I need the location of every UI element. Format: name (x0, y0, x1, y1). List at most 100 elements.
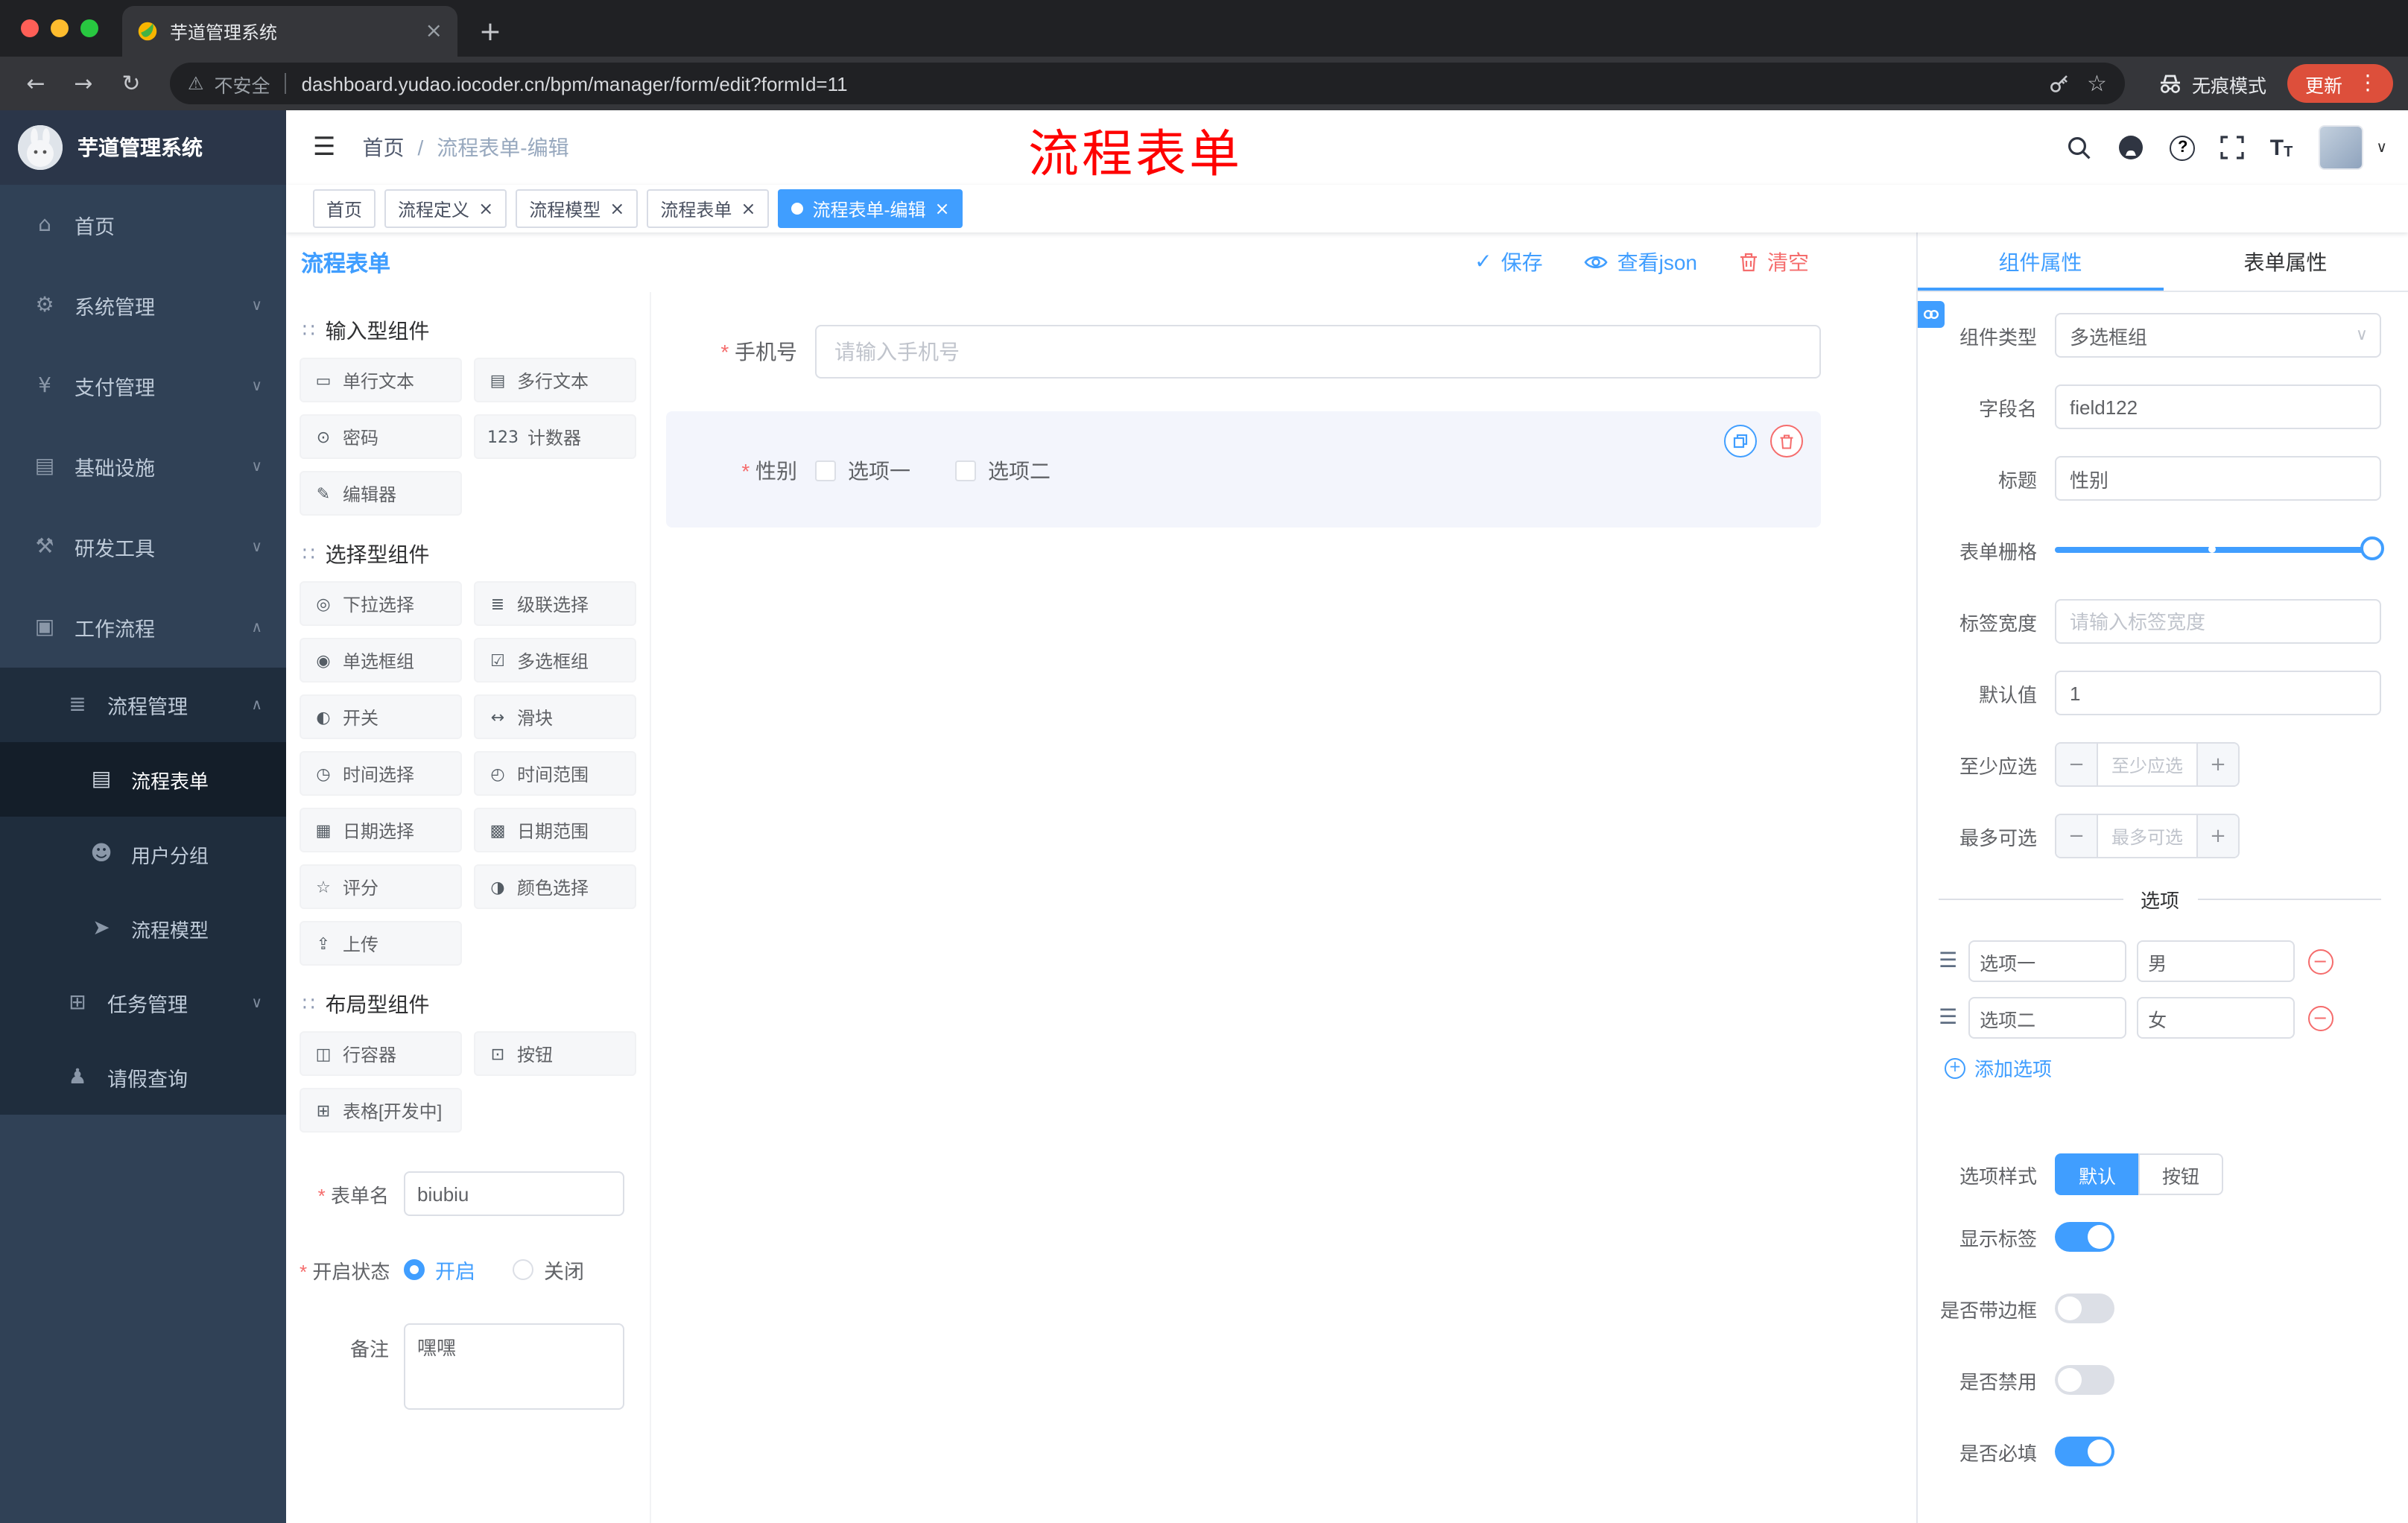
palette-item[interactable]: 123 计数器 (474, 414, 636, 459)
palette-item[interactable]: ◐ 开关 (300, 694, 462, 739)
user-avatar[interactable] (2318, 125, 2363, 170)
tag-process-definition[interactable]: 流程定义 × (384, 189, 507, 228)
slider-track[interactable] (2055, 547, 2381, 553)
option-style-button-button[interactable]: 按钮 (2138, 1153, 2224, 1195)
tag-process-model[interactable]: 流程模型 × (516, 189, 639, 228)
phone-field-input[interactable] (815, 325, 1821, 379)
fullscreen-icon[interactable] (2221, 136, 2245, 159)
font-size-icon[interactable]: TT (2270, 135, 2293, 160)
sidebar-item-payment[interactable]: ¥ 支付管理 ∨ (0, 346, 286, 426)
remove-option-icon[interactable]: − (2307, 949, 2333, 974)
sidebar-item-process-form[interactable]: ▤ 流程表单 (0, 742, 286, 817)
canvas-field-phone[interactable]: 手机号 (666, 325, 1821, 379)
palette-item[interactable]: ◎ 下拉选择 (300, 581, 462, 626)
drag-handle-icon[interactable]: ☰ (1939, 1006, 1957, 1030)
tag-home[interactable]: 首页 (313, 189, 376, 228)
default-value-input[interactable] (2055, 671, 2381, 715)
add-option-button[interactable]: + 添加选项 (1945, 1054, 2381, 1082)
palette-item[interactable]: ◴ 时间范围 (474, 751, 636, 796)
drag-handle-icon[interactable]: ☰ (1939, 949, 1957, 973)
canvas-field-gender-selected[interactable]: 性别 选项一 选项二 (666, 411, 1821, 528)
stepper-minus-button[interactable]: − (2056, 744, 2098, 785)
tag-close-icon[interactable]: × (609, 200, 624, 218)
browser-tab[interactable]: 芋道管理系统 × (122, 6, 457, 57)
palette-item[interactable]: ⇪ 上传 (300, 921, 462, 966)
palette-item[interactable]: ⊡ 按钮 (474, 1031, 636, 1076)
title-input[interactable] (2055, 456, 2381, 501)
checkbox-icon[interactable] (955, 460, 976, 481)
label-width-input[interactable] (2055, 599, 2381, 644)
sidebar-item-devtools[interactable]: ⚒ 研发工具 ∨ (0, 507, 286, 587)
bookmark-star-icon[interactable]: ☆ (2087, 70, 2107, 97)
required-toggle[interactable] (2055, 1437, 2114, 1466)
tab-close-icon[interactable]: × (425, 21, 443, 42)
browser-update-button[interactable]: 更新 ⋮ (2287, 64, 2393, 103)
delete-widget-button[interactable] (1770, 425, 1803, 457)
new-tab-button[interactable]: + (469, 10, 511, 52)
option-1-name-input[interactable] (1968, 940, 2126, 982)
sidebar-item-task-management[interactable]: ⊞ 任务管理 ∨ (0, 966, 286, 1040)
window-minimize-button[interactable] (51, 19, 69, 37)
gender-option-2[interactable]: 选项二 (955, 456, 1051, 486)
stepper-plus-button[interactable]: + (2196, 815, 2238, 857)
sidebar-item-infrastructure[interactable]: ▤ 基础设施 ∨ (0, 426, 286, 507)
form-grid-slider[interactable] (2055, 528, 2384, 572)
breadcrumb-home-link[interactable]: 首页 (363, 133, 405, 162)
remove-option-icon[interactable]: − (2307, 1005, 2333, 1030)
github-icon[interactable] (2118, 134, 2145, 161)
sidebar-item-leave-query[interactable]: ♟ 请假查询 (0, 1040, 286, 1115)
view-json-button[interactable]: 查看json (1585, 247, 1697, 277)
copy-widget-button[interactable] (1724, 425, 1757, 457)
palette-item[interactable]: ▤ 多行文本 (474, 358, 636, 402)
form-name-input[interactable] (404, 1171, 624, 1216)
component-type-select[interactable] (2055, 313, 2381, 358)
tab-form-properties[interactable]: 表单属性 (2163, 232, 2408, 291)
window-zoom-button[interactable] (80, 19, 98, 37)
palette-item[interactable]: ▭ 单行文本 (300, 358, 462, 402)
disabled-toggle[interactable] (2055, 1365, 2114, 1395)
sidebar-item-home[interactable]: ⌂ 首页 (0, 185, 286, 265)
reload-icon[interactable]: ↻ (110, 63, 152, 104)
sidebar-item-workflow[interactable]: ▣ 工作流程 ∧ (0, 587, 286, 668)
palette-item[interactable]: ⊞ 表格[开发中] (300, 1088, 462, 1133)
palette-item[interactable]: ▦ 日期选择 (300, 808, 462, 852)
stepper-plus-button[interactable]: + (2196, 744, 2238, 785)
field-name-input[interactable] (2055, 384, 2381, 429)
max-select-value[interactable]: 最多可选 (2098, 815, 2196, 857)
window-close-button[interactable] (21, 19, 39, 37)
palette-item[interactable]: ▩ 日期范围 (474, 808, 636, 852)
search-icon[interactable] (2068, 135, 2093, 160)
option-2-value-input[interactable] (2136, 997, 2295, 1039)
palette-item[interactable]: ☆ 评分 (300, 864, 462, 909)
option-style-default-button[interactable]: 默认 (2055, 1153, 2139, 1195)
show-label-toggle[interactable] (2055, 1222, 2114, 1252)
radio-on[interactable] (404, 1259, 425, 1280)
palette-item[interactable]: ✎ 编辑器 (300, 471, 462, 516)
bordered-toggle[interactable] (2055, 1294, 2114, 1323)
palette-item[interactable]: ↔ 滑块 (474, 694, 636, 739)
back-icon[interactable]: ← (15, 63, 57, 104)
tab-component-properties[interactable]: 组件属性 (1918, 232, 2163, 291)
tag-close-icon[interactable]: × (741, 200, 755, 218)
stepper-minus-button[interactable]: − (2056, 815, 2098, 857)
option-1-value-input[interactable] (2136, 940, 2295, 982)
help-icon[interactable]: ? (2170, 135, 2196, 160)
radio-off[interactable] (513, 1259, 533, 1280)
checkbox-icon[interactable] (815, 460, 836, 481)
clear-button[interactable]: 清空 (1739, 247, 1809, 277)
option-2-name-input[interactable] (1968, 997, 2126, 1039)
sidebar-item-process-model[interactable]: ➤ 流程模型 (0, 891, 286, 966)
palette-item[interactable]: ◫ 行容器 (300, 1031, 462, 1076)
tag-process-form-edit[interactable]: 流程表单-编辑 × (778, 189, 963, 228)
browser-menu-icon[interactable]: ⋮ (2351, 72, 2384, 95)
tag-close-icon[interactable]: × (935, 200, 950, 218)
gender-option-1[interactable]: 选项一 (815, 456, 910, 486)
palette-item[interactable]: ☑ 多选框组 (474, 638, 636, 683)
min-select-value[interactable]: 至少应选 (2098, 744, 2196, 785)
palette-item[interactable]: ≣ 级联选择 (474, 581, 636, 626)
slider-handle[interactable] (2360, 536, 2384, 560)
sidebar-item-system[interactable]: ⚙ 系统管理 ∨ (0, 265, 286, 346)
url-text[interactable]: dashboard.yudao.iocoder.cn/bpm/manager/f… (302, 72, 2038, 95)
radio-off-label[interactable]: 关闭 (544, 1255, 584, 1285)
sidebar-collapse-icon[interactable]: ☰ (307, 133, 342, 162)
